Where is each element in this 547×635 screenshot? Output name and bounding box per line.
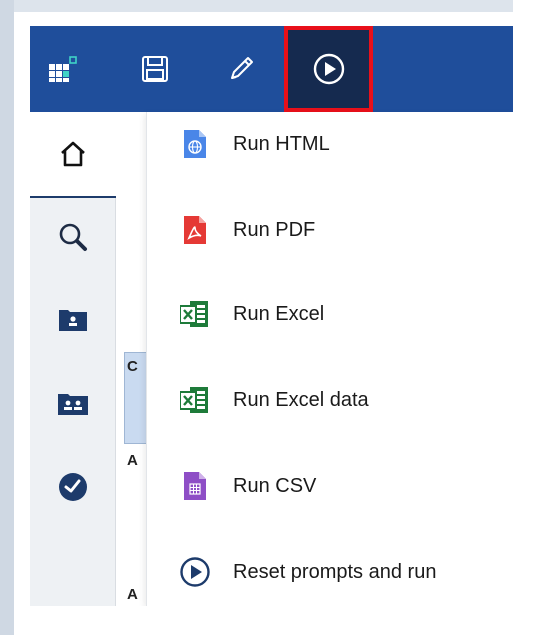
run-csv-menu-item[interactable]: Run CSV [147,456,513,516]
save-icon [142,56,168,82]
search-button[interactable] [30,202,116,272]
menu-item-label: Run PDF [233,218,316,241]
excel-data-file-icon [177,380,213,420]
run-excel-data-menu-item[interactable]: Run Excel data [147,370,513,430]
pencil-icon [231,57,253,79]
run-html-menu-item[interactable]: Run HTML [147,114,513,174]
my-content-button[interactable] [30,284,116,354]
search-icon [59,223,87,251]
reset-prompts-and-run-menu-item[interactable]: Reset prompts and run [147,542,513,602]
table-cell-text: A [127,586,138,603]
pdf-file-icon [177,210,213,250]
table-cell-text: A [127,452,138,469]
play-circle-icon [177,552,213,592]
run-button[interactable] [284,26,373,112]
recent-icon [59,473,87,501]
home-icon [61,141,85,167]
menu-item-label: Run Excel data [233,388,369,411]
menu-item-label: Run Excel [233,302,325,325]
navigation-rail [30,112,116,606]
top-toolbar [30,26,513,112]
html-file-icon [177,124,213,164]
run-excel-menu-item[interactable]: Run Excel [147,284,513,344]
csv-file-icon [177,466,213,506]
menu-item-label: Run CSV [233,474,317,497]
team-content-button[interactable] [30,368,116,438]
window-frame-top [0,0,547,12]
recent-button[interactable] [30,452,116,522]
table-header-text: C [127,358,138,375]
app-grid-logo-icon[interactable] [38,26,88,112]
app-window: C A A Run HTML Run PDF Run Excel Run Exc… [30,26,513,606]
play-circle-icon [313,53,344,85]
menu-item-label: Run HTML [233,132,330,155]
my-content-icon [59,310,87,331]
excel-file-icon [177,294,213,334]
menu-item-label: Reset prompts and run [233,560,437,583]
home-button[interactable] [30,112,116,198]
edit-button[interactable] [216,26,266,112]
run-menu: Run HTML Run PDF Run Excel Run Excel dat… [146,112,513,606]
team-content-icon [58,394,88,415]
window-frame-left [0,0,14,635]
save-button[interactable] [130,26,180,112]
window-frame-right [513,0,547,635]
run-pdf-menu-item[interactable]: Run PDF [147,200,513,260]
